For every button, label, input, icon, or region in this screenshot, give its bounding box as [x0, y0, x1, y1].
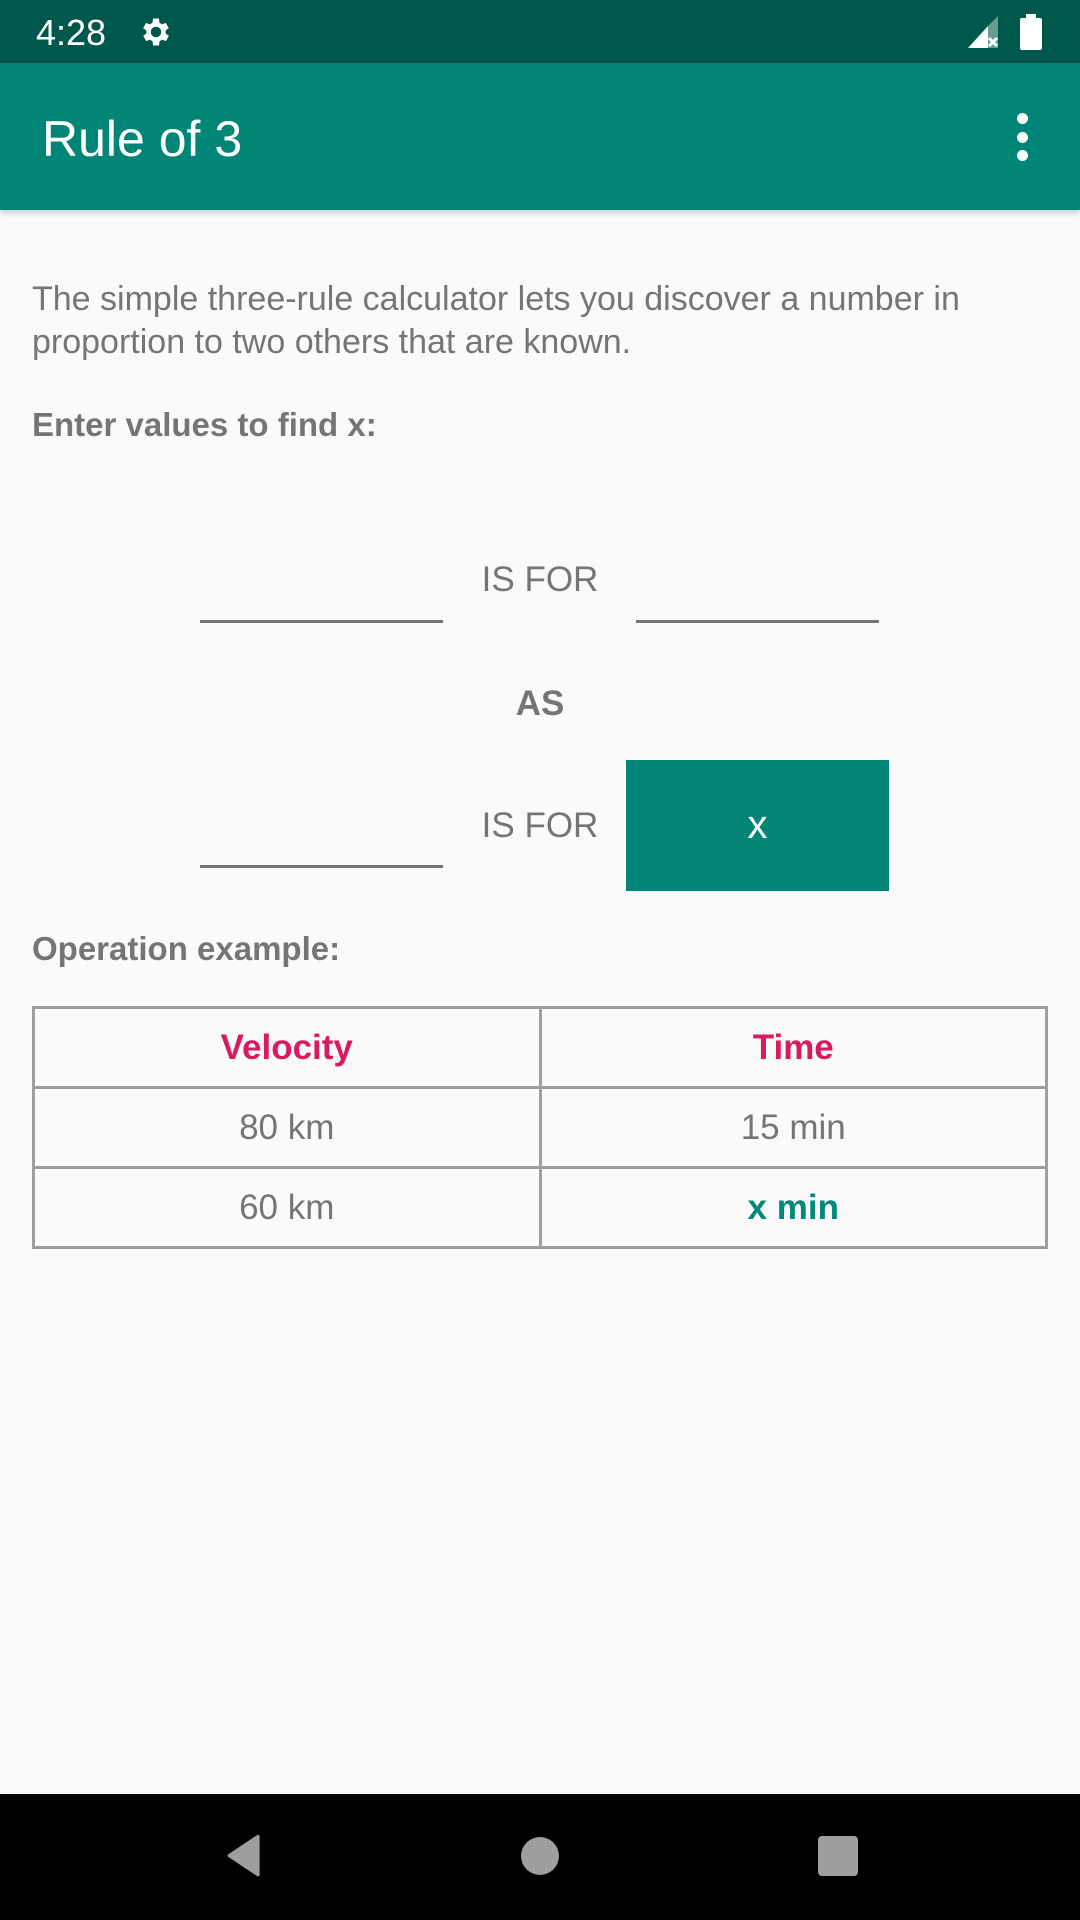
table-cell: 80 km [32, 1086, 542, 1169]
back-icon[interactable] [210, 1826, 270, 1886]
value-c-input[interactable] [200, 808, 443, 868]
signal-no-service-icon [968, 16, 999, 48]
header-time: Time [538, 1006, 1048, 1089]
app-title: Rule of 3 [42, 111, 243, 167]
example-heading: Operation example: [32, 930, 341, 967]
navigation-bar [0, 1794, 1080, 1920]
value-b-input[interactable] [636, 563, 879, 623]
more-options-button[interactable] [1004, 107, 1040, 167]
home-icon[interactable] [510, 1826, 570, 1886]
app-bar: Rule of 3 [0, 63, 1080, 210]
intro-text: The simple three-rule calculator lets yo… [32, 280, 960, 361]
gear-icon [143, 18, 169, 46]
example-table: Velocity Time 80 km 15 min 60 km x min [32, 1006, 1048, 1249]
battery-icon [1020, 14, 1042, 50]
as-label: AS [515, 684, 565, 723]
table-cell: 60 km [32, 1166, 542, 1249]
value-a-input[interactable] [200, 563, 443, 623]
header-velocity: Velocity [32, 1006, 542, 1089]
status-bar: 4:28 [0, 0, 1080, 63]
table-cell-answer: x min [538, 1166, 1048, 1249]
table-cell: 15 min [538, 1086, 1048, 1169]
table-header-row: Velocity Time [32, 1006, 1048, 1089]
table-row: 80 km 15 min [32, 1086, 1048, 1169]
find-heading: Enter values to find x: [32, 406, 377, 443]
more-vert-icon [1016, 113, 1028, 124]
status-time: 4:28 [36, 12, 107, 53]
table-row: 60 km x min [32, 1166, 1048, 1249]
is-for-label: IS FOR [481, 806, 599, 845]
is-for-label: IS FOR [481, 560, 599, 599]
recents-icon[interactable] [808, 1826, 868, 1886]
calculate-x-button[interactable]: x [626, 760, 889, 891]
